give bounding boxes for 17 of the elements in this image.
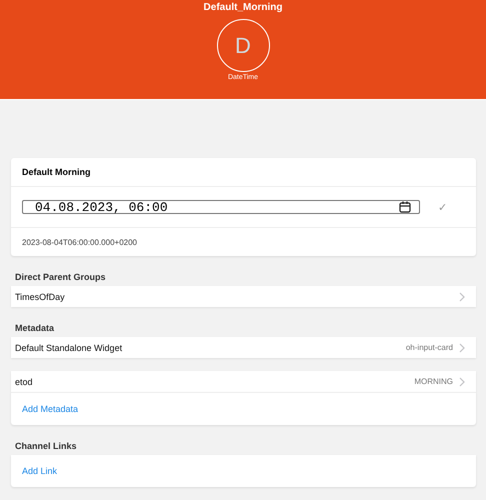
card-title: Default Morning [22, 167, 90, 177]
section-title: Direct Parent Groups [15, 272, 106, 282]
avatar-circle: D [216, 19, 270, 72]
list-item[interactable]: TimesOfDay [11, 286, 476, 307]
datetime-field[interactable]: 04.08.2023, 06:00 [22, 200, 420, 214]
list-item[interactable]: Default Standalone Widget oh-input-card [11, 337, 476, 358]
chevron-icon [459, 376, 465, 386]
add-link[interactable]: Add Metadata [22, 404, 78, 414]
section-title: Metadata [15, 323, 54, 333]
add-link[interactable]: Add Link [22, 466, 58, 476]
chevron-icon [459, 342, 465, 352]
raw-state: 2023-08-04T06:00:00.000+0200 [22, 238, 137, 246]
item-title: Default_Morning [204, 2, 282, 13]
section-title: Channel Links [15, 441, 77, 451]
list-item[interactable]: etod MORNING [11, 371, 476, 392]
chevron-icon [459, 292, 465, 302]
calendar-icon[interactable] [399, 201, 411, 213]
